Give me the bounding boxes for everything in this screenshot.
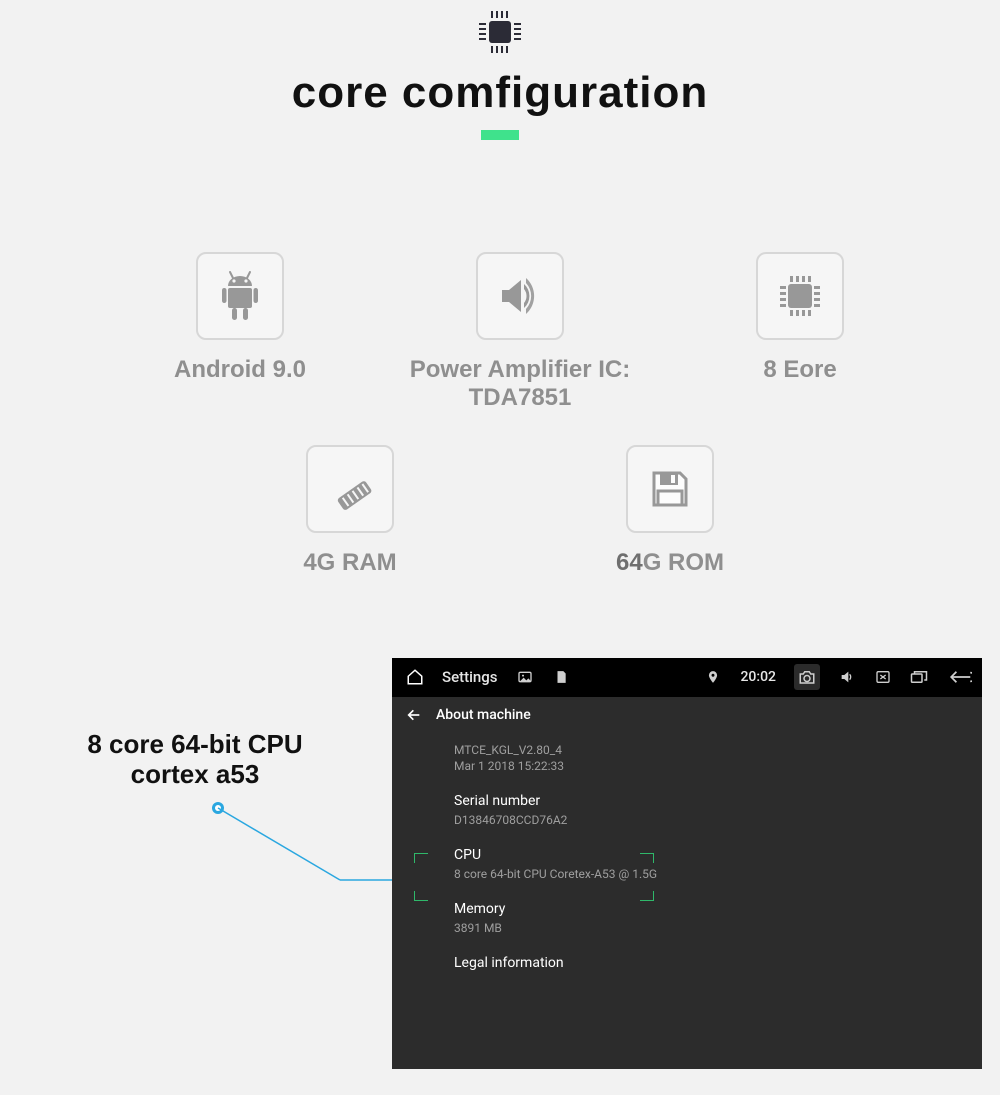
back-icon[interactable] <box>946 668 972 686</box>
cpu-callout: 8 core 64-bit CPU cortex a53 <box>35 730 355 790</box>
cpu-icon <box>756 252 844 340</box>
accent-divider <box>481 130 519 140</box>
camera-icon[interactable] <box>794 664 820 690</box>
speaker-icon <box>476 252 564 340</box>
item-memory[interactable]: Memory 3891 MB <box>454 901 982 935</box>
settings-body[interactable]: MTCE_KGL_V2.80_4 Mar 1 2018 15:22:33 Ser… <box>392 733 982 1069</box>
location-icon[interactable] <box>704 668 722 686</box>
android-settings-panel: Settings 20:02 <box>392 658 982 1058</box>
item-build[interactable]: MTCE_KGL_V2.80_4 Mar 1 2018 15:22:33 <box>454 743 982 773</box>
home-icon[interactable] <box>406 668 424 686</box>
volume-icon[interactable] <box>838 668 856 686</box>
item-legal[interactable]: Legal information <box>454 955 982 971</box>
feature-label: 4G RAM <box>260 549 440 577</box>
android-icon <box>196 252 284 340</box>
image-icon[interactable] <box>516 668 534 686</box>
ram-icon <box>306 445 394 533</box>
feature-amplifier: Power Amplifier IC: TDA7851 <box>390 252 650 411</box>
sd-card-icon[interactable] <box>552 668 570 686</box>
feature-ram: 4G RAM <box>260 445 440 577</box>
item-serial[interactable]: Serial number D13846708CCD76A2 <box>454 793 982 827</box>
feature-label: Android 9.0 <box>130 356 350 384</box>
page-title: core comfiguration <box>0 68 1000 118</box>
feature-android: Android 9.0 <box>130 252 350 384</box>
feature-label: 8 Eore <box>700 356 900 384</box>
status-time: 20:02 <box>740 669 776 685</box>
chip-icon <box>473 0 527 64</box>
feature-core: 8 Eore <box>700 252 900 384</box>
close-app-icon[interactable] <box>874 668 892 686</box>
feature-label: Power Amplifier IC: TDA7851 <box>390 356 650 411</box>
floppy-icon <box>626 445 714 533</box>
android-statusbar: Settings 20:02 <box>392 658 982 696</box>
recents-icon[interactable] <box>910 668 928 686</box>
about-machine-header: About machine <box>392 696 982 733</box>
feature-label: 64G ROM <box>570 549 770 577</box>
screen-title: Settings <box>442 668 498 686</box>
item-cpu[interactable]: CPU 8 core 64-bit CPU Coretex-A53 @ 1.5G <box>454 847 982 881</box>
subheader-title: About machine <box>436 707 531 723</box>
arrow-back-icon[interactable] <box>406 707 422 723</box>
feature-rom: 64G ROM <box>570 445 770 577</box>
